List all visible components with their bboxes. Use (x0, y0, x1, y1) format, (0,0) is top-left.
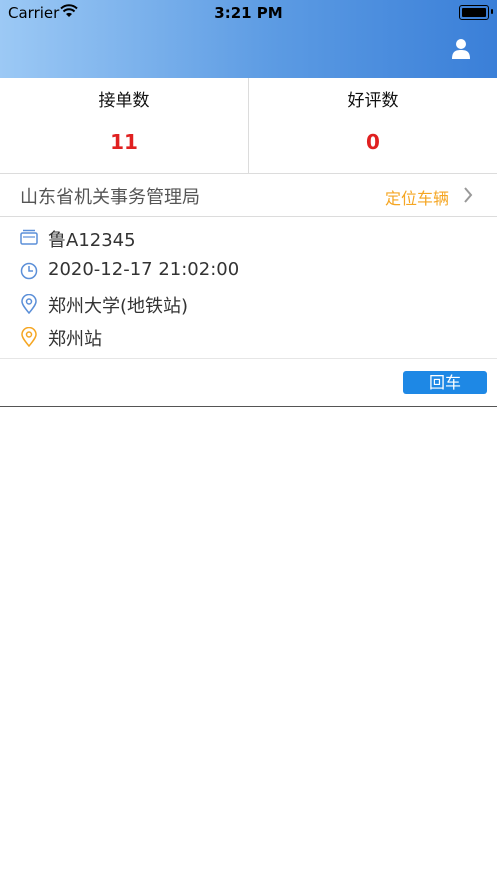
battery-icon (459, 5, 489, 20)
status-bar: Carrier 3:21 PM (0, 0, 497, 26)
plate-row: 鲁A12345 (0, 223, 497, 253)
vehicle-plate-icon (20, 228, 38, 248)
destination-location: 郑州站 (48, 329, 102, 350)
locate-vehicle-link[interactable]: 定位车辆 (385, 185, 449, 209)
origin-row: 郑州大学(地铁站) (0, 289, 497, 319)
stat-orders-value: 11 (110, 130, 138, 154)
stat-orders-label: 接单数 (98, 91, 150, 111)
location-pin-icon (20, 293, 38, 315)
stat-ratings: 好评数 0 (249, 78, 497, 173)
user-icon (452, 39, 470, 59)
chevron-right-icon (463, 187, 473, 207)
clock-icon (20, 261, 38, 281)
order-header-row[interactable]: 山东省机关事务管理局 定位车辆 (0, 174, 497, 217)
battery-tip (491, 9, 493, 14)
destination-row: 郑州站 (0, 322, 497, 352)
divider (0, 358, 497, 359)
stats-panel: 接单数 11 好评数 0 (0, 78, 497, 174)
time-row: 2020-12-17 21:02:00 (0, 256, 497, 286)
stat-orders: 接单数 11 (0, 78, 249, 173)
user-profile-button[interactable] (451, 38, 471, 60)
status-time: 3:21 PM (214, 4, 283, 22)
order-datetime: 2020-12-17 21:02:00 (48, 259, 240, 280)
destination-pin-icon (20, 326, 38, 348)
plate-number: 鲁A12345 (48, 230, 136, 251)
origin-location: 郑州大学(地铁站) (48, 296, 189, 317)
return-vehicle-button[interactable]: 回车 (403, 371, 487, 394)
organization-name: 山东省机关事务管理局 (20, 187, 200, 208)
stat-ratings-label: 好评数 (347, 91, 399, 111)
stat-ratings-value: 0 (366, 130, 380, 154)
card-bottom-border (0, 406, 497, 407)
app-header: Carrier 3:21 PM (0, 0, 497, 78)
